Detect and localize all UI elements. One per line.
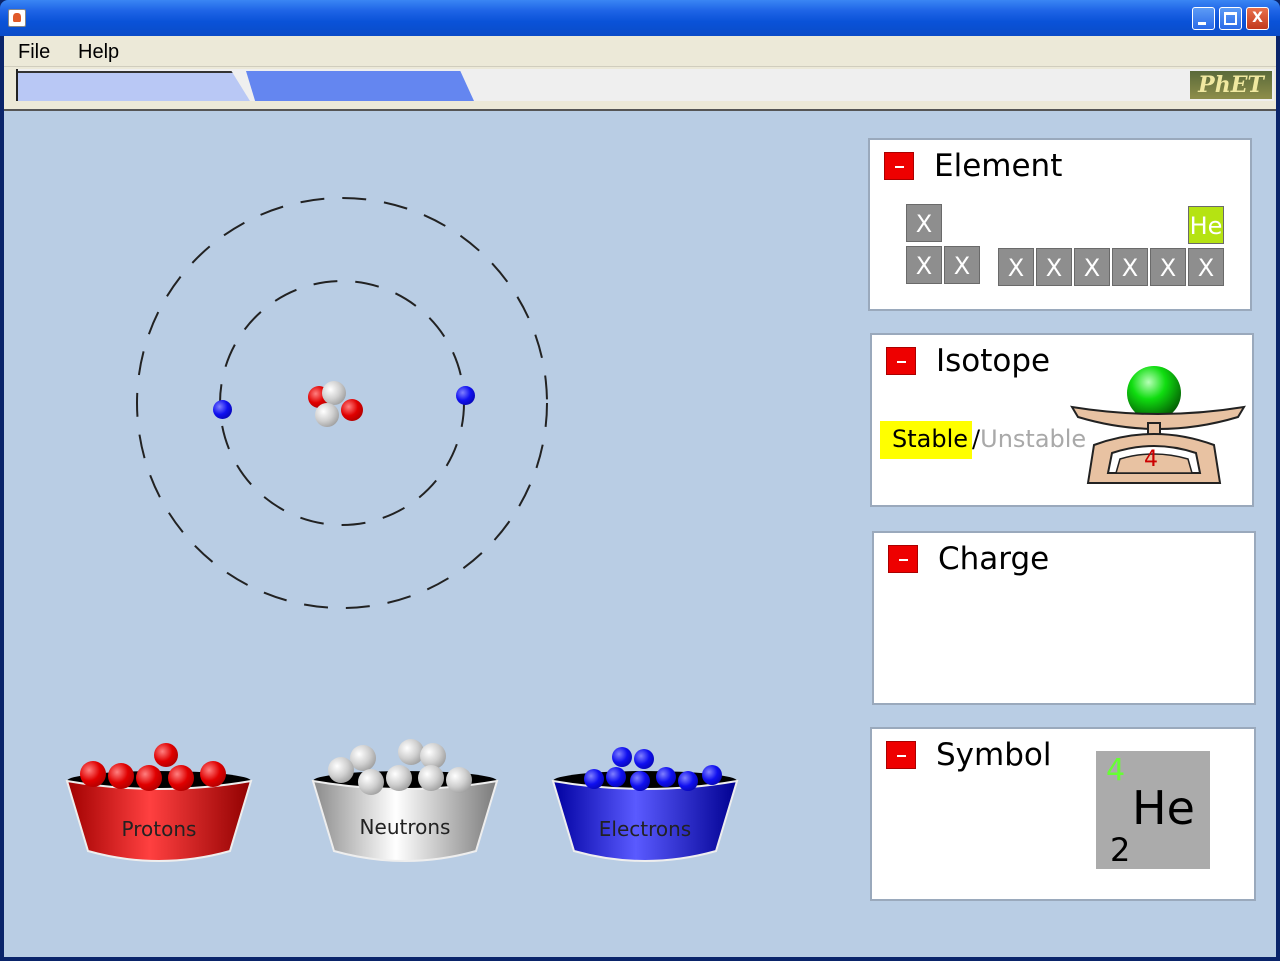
element-symbol-box: 4 He 2 (1096, 751, 1210, 869)
window-titlebar: X (0, 0, 1280, 36)
tab-first[interactable] (18, 71, 250, 101)
bucket-neutron[interactable] (386, 765, 412, 791)
bucket-neutron[interactable] (350, 745, 376, 771)
isotope-collapse-button[interactable] (886, 347, 916, 375)
minimize-icon (1198, 22, 1206, 25)
bucket-neutron[interactable] (446, 767, 472, 793)
bucket-neutron[interactable] (418, 765, 444, 791)
bucket-proton[interactable] (168, 765, 194, 791)
close-button[interactable]: X (1246, 7, 1269, 30)
bucket-neutron[interactable] (328, 757, 354, 783)
stability-indicator: Stable/Unstable (880, 421, 1086, 459)
periodic-cell[interactable]: X (906, 204, 942, 242)
bucket-proton[interactable] (200, 761, 226, 787)
element-panel-title: Element (934, 148, 1063, 184)
bucket-electron[interactable] (584, 769, 604, 789)
bucket-neutron[interactable] (358, 769, 384, 795)
periodic-cell[interactable]: X (1074, 248, 1110, 286)
minimize-button[interactable] (1192, 7, 1215, 30)
close-icon: X (1252, 10, 1263, 26)
bucket-electron[interactable] (656, 767, 676, 787)
bucket-electron[interactable] (630, 771, 650, 791)
java-app-icon (8, 9, 26, 27)
stability-slash: / (972, 425, 981, 453)
periodic-cell[interactable]: X (1150, 248, 1186, 286)
atom-view (136, 197, 548, 609)
periodic-cell[interactable]: X (944, 246, 980, 284)
orbit-electron[interactable] (456, 386, 475, 405)
maximize-icon (1224, 12, 1237, 25)
nucleus-neutron[interactable] (315, 403, 339, 427)
tab-bar: PhET (4, 67, 1276, 109)
element-panel: Element X He X X X X X X X X (868, 138, 1252, 311)
bucket-proton[interactable] (80, 761, 106, 787)
isotope-panel: Isotope Stable/Unstable 4 (870, 333, 1254, 507)
scale-readout: 4 (1144, 447, 1158, 472)
symbol-panel: Symbol 4 He 2 (870, 727, 1256, 901)
periodic-cell[interactable]: X (906, 246, 942, 284)
maximize-button[interactable] (1219, 7, 1242, 30)
protons-label: Protons (121, 817, 197, 841)
electrons-bucket[interactable]: Electrons (550, 739, 740, 865)
mass-number: 4 (1106, 753, 1126, 788)
bucket-electron[interactable] (702, 765, 722, 785)
periodic-cell[interactable]: X (1036, 248, 1072, 286)
periodic-cell[interactable]: X (998, 248, 1034, 286)
tab-second[interactable] (246, 71, 474, 101)
menu-file[interactable]: File (18, 41, 50, 64)
mass-scale-icon (1070, 366, 1246, 484)
charge-panel-title: Charge (938, 541, 1050, 577)
periodic-cell[interactable]: X (1188, 248, 1224, 286)
atomic-number: 2 (1110, 831, 1131, 869)
bucket-proton[interactable] (136, 765, 162, 791)
nucleus-neutron[interactable] (322, 381, 346, 405)
neutrons-bucket[interactable]: Neutrons (310, 739, 500, 865)
periodic-cell[interactable]: X (1112, 248, 1148, 286)
stable-label: Stable (880, 421, 973, 459)
symbol-collapse-button[interactable] (886, 741, 916, 769)
phet-logo: PhET (1190, 71, 1272, 99)
simulation-canvas: Protons Neutrons Electrons Element X He … (4, 109, 1276, 957)
electrons-label: Electrons (598, 817, 692, 841)
bucket-proton[interactable] (108, 763, 134, 789)
orbit-electron[interactable] (213, 400, 232, 419)
symbol-panel-title: Symbol (936, 737, 1052, 773)
charge-panel: Charge (872, 531, 1256, 705)
bucket-electron[interactable] (606, 767, 626, 787)
bucket-proton[interactable] (154, 743, 178, 767)
menu-bar: File Help (4, 36, 1276, 67)
isotope-panel-title: Isotope (936, 343, 1051, 379)
nucleus-proton[interactable] (341, 399, 363, 421)
menu-help[interactable]: Help (78, 41, 119, 64)
periodic-cell-helium[interactable]: He (1188, 206, 1224, 244)
charge-collapse-button[interactable] (888, 545, 918, 573)
protons-bucket[interactable]: Protons (64, 739, 254, 865)
bucket-electron[interactable] (634, 749, 654, 769)
neutrons-label: Neutrons (359, 815, 451, 839)
bucket-electron[interactable] (678, 771, 698, 791)
element-collapse-button[interactable] (884, 152, 914, 180)
element-symbol: He (1132, 781, 1195, 835)
bucket-electron[interactable] (612, 747, 632, 767)
